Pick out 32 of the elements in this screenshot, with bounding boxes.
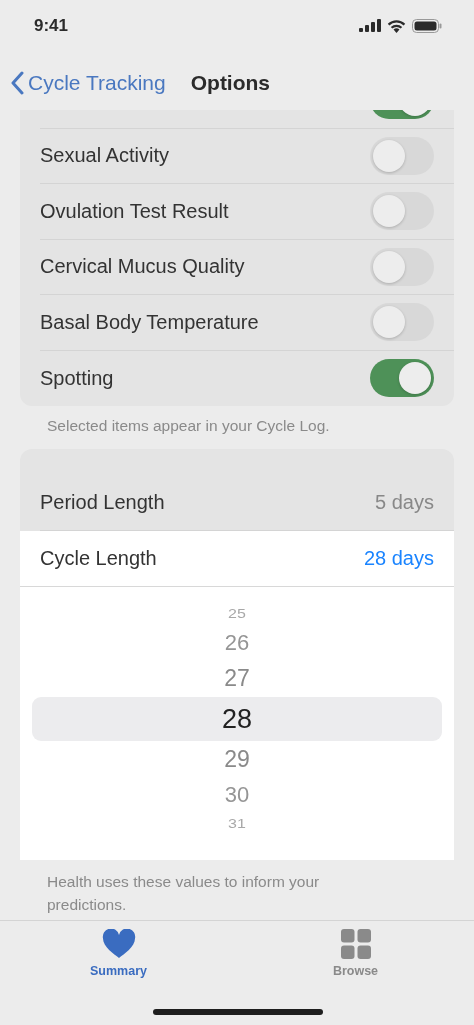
- toggle-switch[interactable]: [370, 136, 434, 175]
- option-label: Cervical Mucus Quality: [40, 255, 245, 279]
- screen-title: Options: [190, 70, 271, 95]
- back-button[interactable]: Cycle Tracking: [10, 70, 166, 95]
- chevron-left-icon: [10, 70, 24, 95]
- wifi-icon: [387, 18, 406, 33]
- toggle-switch[interactable]: [370, 303, 434, 342]
- picker-value[interactable]: 27: [32, 660, 442, 697]
- toggle-switch[interactable]: [370, 247, 434, 286]
- status-time: 9:41: [34, 15, 69, 36]
- option-label: Basal Body Temperature: [40, 310, 259, 334]
- section-footer: Health uses these values to inform your predictions.: [47, 869, 364, 916]
- tab-item[interactable]: Browse: [275, 929, 436, 978]
- toggle-switch[interactable]: [370, 192, 434, 231]
- picker-value[interactable]: 26: [32, 626, 442, 660]
- heart-icon: [101, 929, 136, 959]
- picker-value[interactable]: 25: [32, 604, 442, 624]
- option-label: Sexual Activity: [40, 144, 169, 168]
- picker-value[interactable]: 28: [32, 697, 442, 741]
- picker-value[interactable]: 29: [32, 741, 442, 778]
- option-label: Ovulation Test Result: [40, 199, 229, 223]
- grid-icon: [340, 929, 371, 959]
- tab-item[interactable]: Summary: [38, 929, 199, 978]
- toggle-switch[interactable]: [370, 359, 434, 398]
- setting-row[interactable]: Period Length 5 days: [40, 475, 454, 531]
- battery-icon: [412, 18, 442, 33]
- picker-value[interactable]: 31: [32, 814, 442, 834]
- option-label: Spotting: [40, 366, 114, 390]
- setting-row[interactable]: Cycle Length 28 days: [20, 530, 454, 587]
- signal-icon: [359, 19, 381, 32]
- picker-value[interactable]: 30: [32, 778, 442, 812]
- section-footer: Selected items appear in your Cycle Log.: [47, 414, 454, 437]
